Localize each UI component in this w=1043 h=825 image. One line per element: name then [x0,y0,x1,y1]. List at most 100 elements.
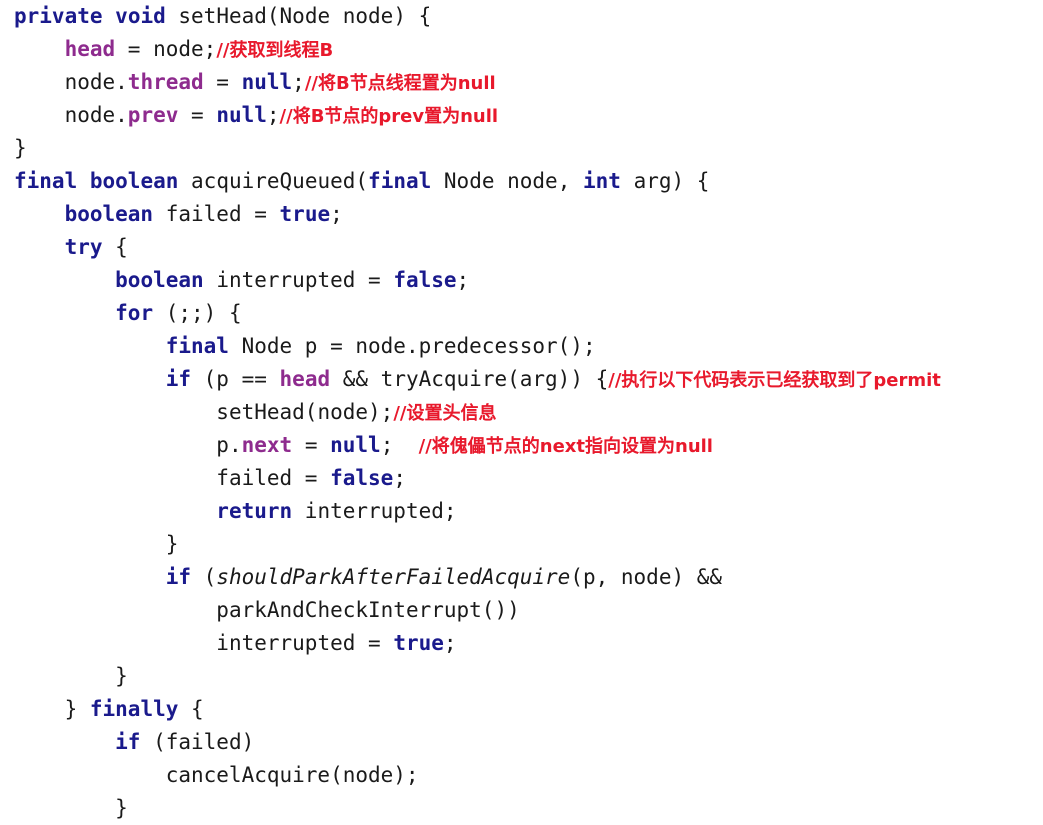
code-keyword: false [330,466,394,490]
code-text: (p == [191,367,280,391]
code-keyword: boolean [115,268,204,292]
code-keyword: final [368,169,432,193]
code-text: ; [456,268,470,292]
code-line: if (p == head && tryAcquire(arg)) {//执行以… [0,363,1043,396]
code-text: parkAndCheckInterrupt()) [216,598,520,622]
code-line: boolean interrupted = false; [0,264,1043,297]
code-text: } [64,697,90,721]
code-text: p. [216,433,242,457]
code-line: interrupted = true; [0,627,1043,660]
code-line: node.thread = null;//将B节点线程置为null [0,66,1043,99]
code-line: } finally { [0,693,1043,726]
code-text: } [165,532,179,556]
code-line: failed = false; [0,462,1043,495]
code-field: head [279,367,331,391]
code-text: acquireQueued( [178,169,369,193]
code-text: node. [64,70,128,94]
code-line: setHead(node);//设置头信息 [0,396,1043,429]
code-text: ; [393,466,406,490]
code-keyword: final [14,169,78,193]
code-text: } [115,796,128,820]
code-keyword: null [330,433,381,457]
code-text: ; [266,103,280,127]
code-line: try { [0,231,1043,264]
code-keyword: for [115,301,154,325]
code-keyword: int [582,169,621,193]
code-line: for (;;) { [0,297,1043,330]
code-text: } [14,136,27,160]
code-keyword: null [241,70,293,94]
code-text: interrupted = [216,631,394,655]
code-line: parkAndCheckInterrupt()) [0,594,1043,627]
code-keyword: private [14,4,103,28]
code-text: { [102,235,128,259]
code-line: private void setHead(Node node) { [0,0,1043,33]
code-text: && tryAcquire(arg)) { [330,367,609,391]
code-line: final boolean acquireQueued(final Node n… [0,165,1043,198]
code-method-static: shouldParkAfterFailedAcquire [216,565,571,589]
code-text: ; [380,433,419,457]
code-text: node. [64,103,128,127]
code-text: interrupted; [292,499,457,523]
code-line: } [0,132,1043,165]
code-line: p.next = null; //将傀儡节点的next指向设置为null [0,429,1043,462]
code-comment: //将B节点线程置为null [304,73,496,94]
code-keyword: if [165,565,192,589]
code-keyword: boolean [64,202,154,226]
code-text: ; [330,202,343,226]
code-line: head = node;//获取到线程B [0,33,1043,66]
code-text: = [178,103,217,127]
code-keyword: final [165,334,229,358]
code-keyword: false [393,268,457,292]
code-keyword: try [64,235,103,259]
code-line: } [0,660,1043,693]
code-text: cancelAcquire(node); [165,763,419,787]
code-comment: //获取到线程B [216,40,334,61]
code-field: thread [127,70,204,94]
code-line: if (shouldParkAfterFailedAcquire(p, node… [0,561,1043,594]
code-text: } [115,664,128,688]
code-keyword: true [279,202,331,226]
code-line: } [0,528,1043,561]
code-field: head [64,37,116,61]
code-text: Node p = node.predecessor(); [228,334,596,358]
code-text: ; [443,631,457,655]
code-line: final Node p = node.predecessor(); [0,330,1043,363]
code-field: prev [127,103,179,127]
code-field: next [241,433,293,457]
code-text: interrupted = [203,268,394,292]
code-keyword: if [165,367,192,391]
code-comment: //将B节点的prev置为null [279,106,499,127]
code-text: setHead(node); [216,400,394,424]
code-text: failed = [153,202,280,226]
code-text: setHead(Node node) { [165,4,432,28]
code-keyword: boolean [89,169,179,193]
code-text: (p, node) && [570,565,723,589]
code-comment: //执行以下代码表示已经获取到了permit [608,370,941,391]
code-line: if (failed) [0,726,1043,759]
code-line: } [0,792,1043,825]
code-line: boolean failed = true; [0,198,1043,231]
code-line: node.prev = null;//将B节点的prev置为null [0,99,1043,132]
